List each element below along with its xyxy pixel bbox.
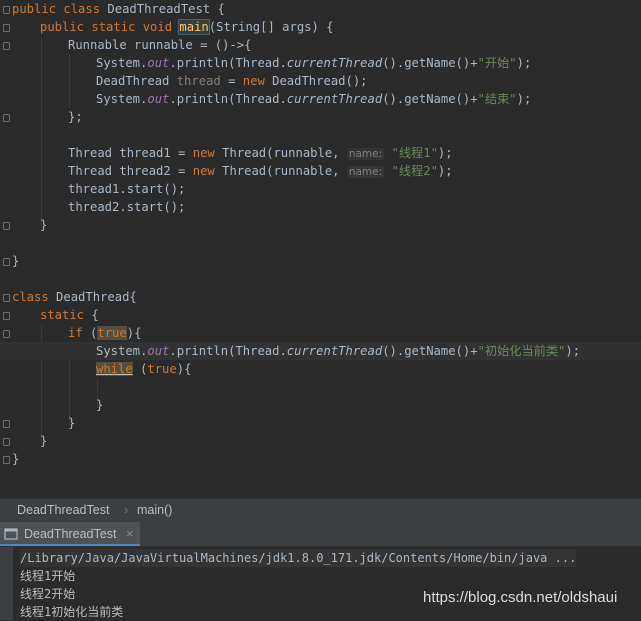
console-line: 线程2开始 (20, 587, 76, 601)
code-line: System.out.println(Thread.currentThread(… (96, 56, 532, 70)
fold-icon[interactable] (3, 6, 10, 14)
parameter-hint: name: (346, 148, 385, 160)
code-line: thread2.start(); (68, 200, 186, 214)
main-method-name: main (178, 19, 210, 35)
code-line: } (68, 416, 76, 430)
console-output[interactable]: /Library/Java/JavaVirtualMachines/jdk1.8… (0, 547, 641, 620)
code-line: } (40, 218, 48, 232)
code-line: Thread thread1 = new Thread(runnable, na… (68, 146, 453, 160)
code-line: } (12, 452, 20, 466)
fold-icon[interactable] (3, 222, 10, 230)
fold-icon[interactable] (3, 42, 10, 50)
watermark: https://blog.csdn.net/oldshaui (423, 589, 618, 606)
fold-icon[interactable] (3, 312, 10, 320)
fold-icon[interactable] (3, 420, 10, 428)
fold-icon[interactable] (3, 24, 10, 32)
code-line: thread1.start(); (68, 182, 186, 196)
code-editor[interactable]: public class DeadThreadTest { public sta… (0, 0, 641, 498)
code-line: System.out.println(Thread.currentThread(… (96, 92, 532, 106)
code-line: Runnable runnable = ()->{ (68, 38, 252, 52)
code-line: public class DeadThreadTest { (12, 2, 225, 16)
fold-icon[interactable] (3, 294, 10, 302)
close-icon[interactable]: × (126, 522, 134, 546)
indent-guide (41, 36, 42, 228)
console-icon (4, 528, 18, 540)
code-line: } (40, 434, 48, 448)
code-line: DeadThread thread = new DeadThread(); (96, 74, 368, 88)
breadcrumb-class[interactable]: DeadThreadTest (17, 499, 109, 521)
code-line: class DeadThread{ (12, 290, 137, 304)
console-line: 线程1初始化当前类 (20, 605, 124, 619)
fold-icon[interactable] (3, 456, 10, 464)
run-tab[interactable]: DeadThreadTest × (0, 522, 140, 546)
code-line: }; (68, 110, 83, 124)
code-line: } (96, 398, 104, 412)
code-line: static { (40, 308, 99, 322)
fold-icon[interactable] (3, 258, 10, 266)
code-line: while (true){ (96, 362, 192, 376)
code-line: } (12, 254, 20, 268)
code-line: if (true){ (68, 326, 142, 340)
code-line: public static void main(String[] args) { (40, 19, 334, 35)
indent-guide (69, 54, 70, 108)
console-line: 线程1开始 (20, 569, 76, 583)
breadcrumb-separator: › (124, 503, 129, 517)
console-toolbar (0, 547, 13, 620)
code-line: Thread thread2 = new Thread(runnable, na… (68, 164, 453, 178)
console-command: /Library/Java/JavaVirtualMachines/jdk1.8… (20, 549, 577, 567)
editor-gutter (0, 0, 12, 498)
run-tool-window-header: DeadThreadTest × (0, 522, 641, 547)
fold-icon[interactable] (3, 438, 10, 446)
fold-icon[interactable] (3, 330, 10, 338)
code-line-current: System.out.println(Thread.currentThread(… (0, 342, 641, 360)
run-tab-label: DeadThreadTest (24, 527, 117, 541)
fold-icon[interactable] (3, 114, 10, 122)
breadcrumb: DeadThreadTest › main() (0, 498, 641, 522)
parameter-hint: name: (346, 166, 385, 178)
breadcrumb-method[interactable]: main() (137, 499, 172, 521)
